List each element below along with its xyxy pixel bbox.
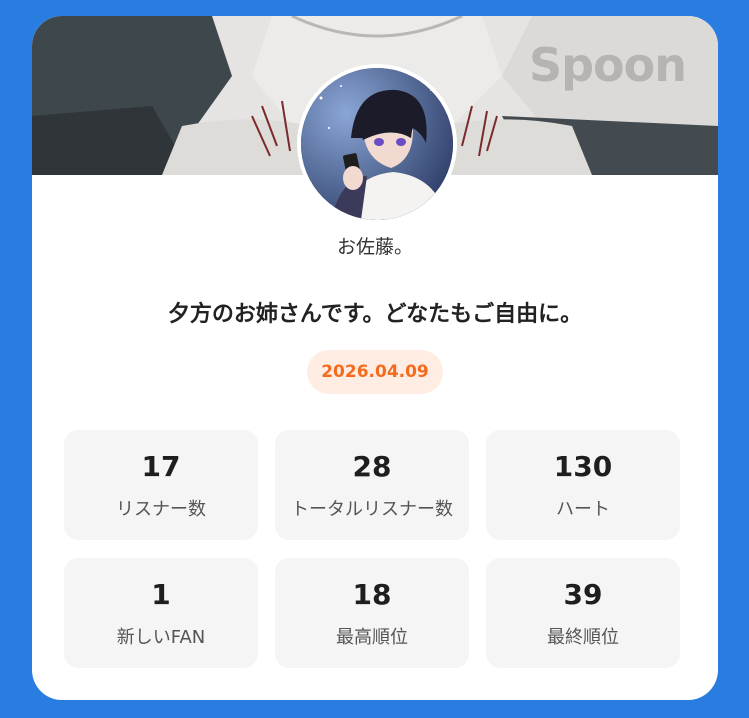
stat-listeners: 17 リスナー数: [64, 430, 258, 540]
stat-value: 130: [553, 450, 613, 483]
avatar: [297, 64, 457, 224]
stat-new-fans: 1 新しいFAN: [64, 558, 258, 668]
stat-final-rank: 39 最終順位: [486, 558, 680, 668]
spoon-logo: Spoon: [528, 38, 687, 92]
stat-value: 28: [352, 450, 392, 483]
live-title: 夕方のお姉さんです。どなたもご自由に。: [167, 302, 583, 327]
stat-label: ハート: [556, 499, 610, 520]
stat-label: 最終順位: [547, 627, 619, 648]
stat-label: 新しいFAN: [116, 627, 206, 648]
stat-hearts: 130 ハート: [486, 430, 680, 540]
stat-label: 最高順位: [336, 627, 408, 648]
stat-value: 1: [151, 578, 171, 611]
live-summary-card: Spoon お佐藤。 夕方のお姉さんです。どなたもご自由に。 2026.04.0…: [32, 16, 718, 700]
stat-value: 18: [352, 578, 392, 611]
stat-value: 17: [141, 450, 181, 483]
username: お佐藤。: [336, 236, 413, 258]
stat-highest-rank: 18 最高順位: [275, 558, 469, 668]
stat-total-listeners: 28 トータルリスナー数: [275, 430, 469, 540]
stat-label: トータルリスナー数: [291, 499, 453, 520]
date-badge: 2026.04.09: [307, 350, 443, 394]
stat-value: 39: [563, 578, 603, 611]
stat-label: リスナー数: [116, 499, 206, 520]
